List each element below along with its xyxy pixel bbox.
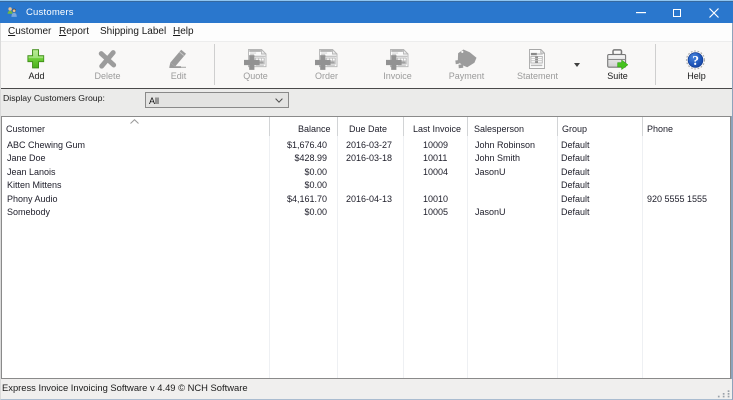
svg-text:?: ? — [692, 53, 699, 68]
